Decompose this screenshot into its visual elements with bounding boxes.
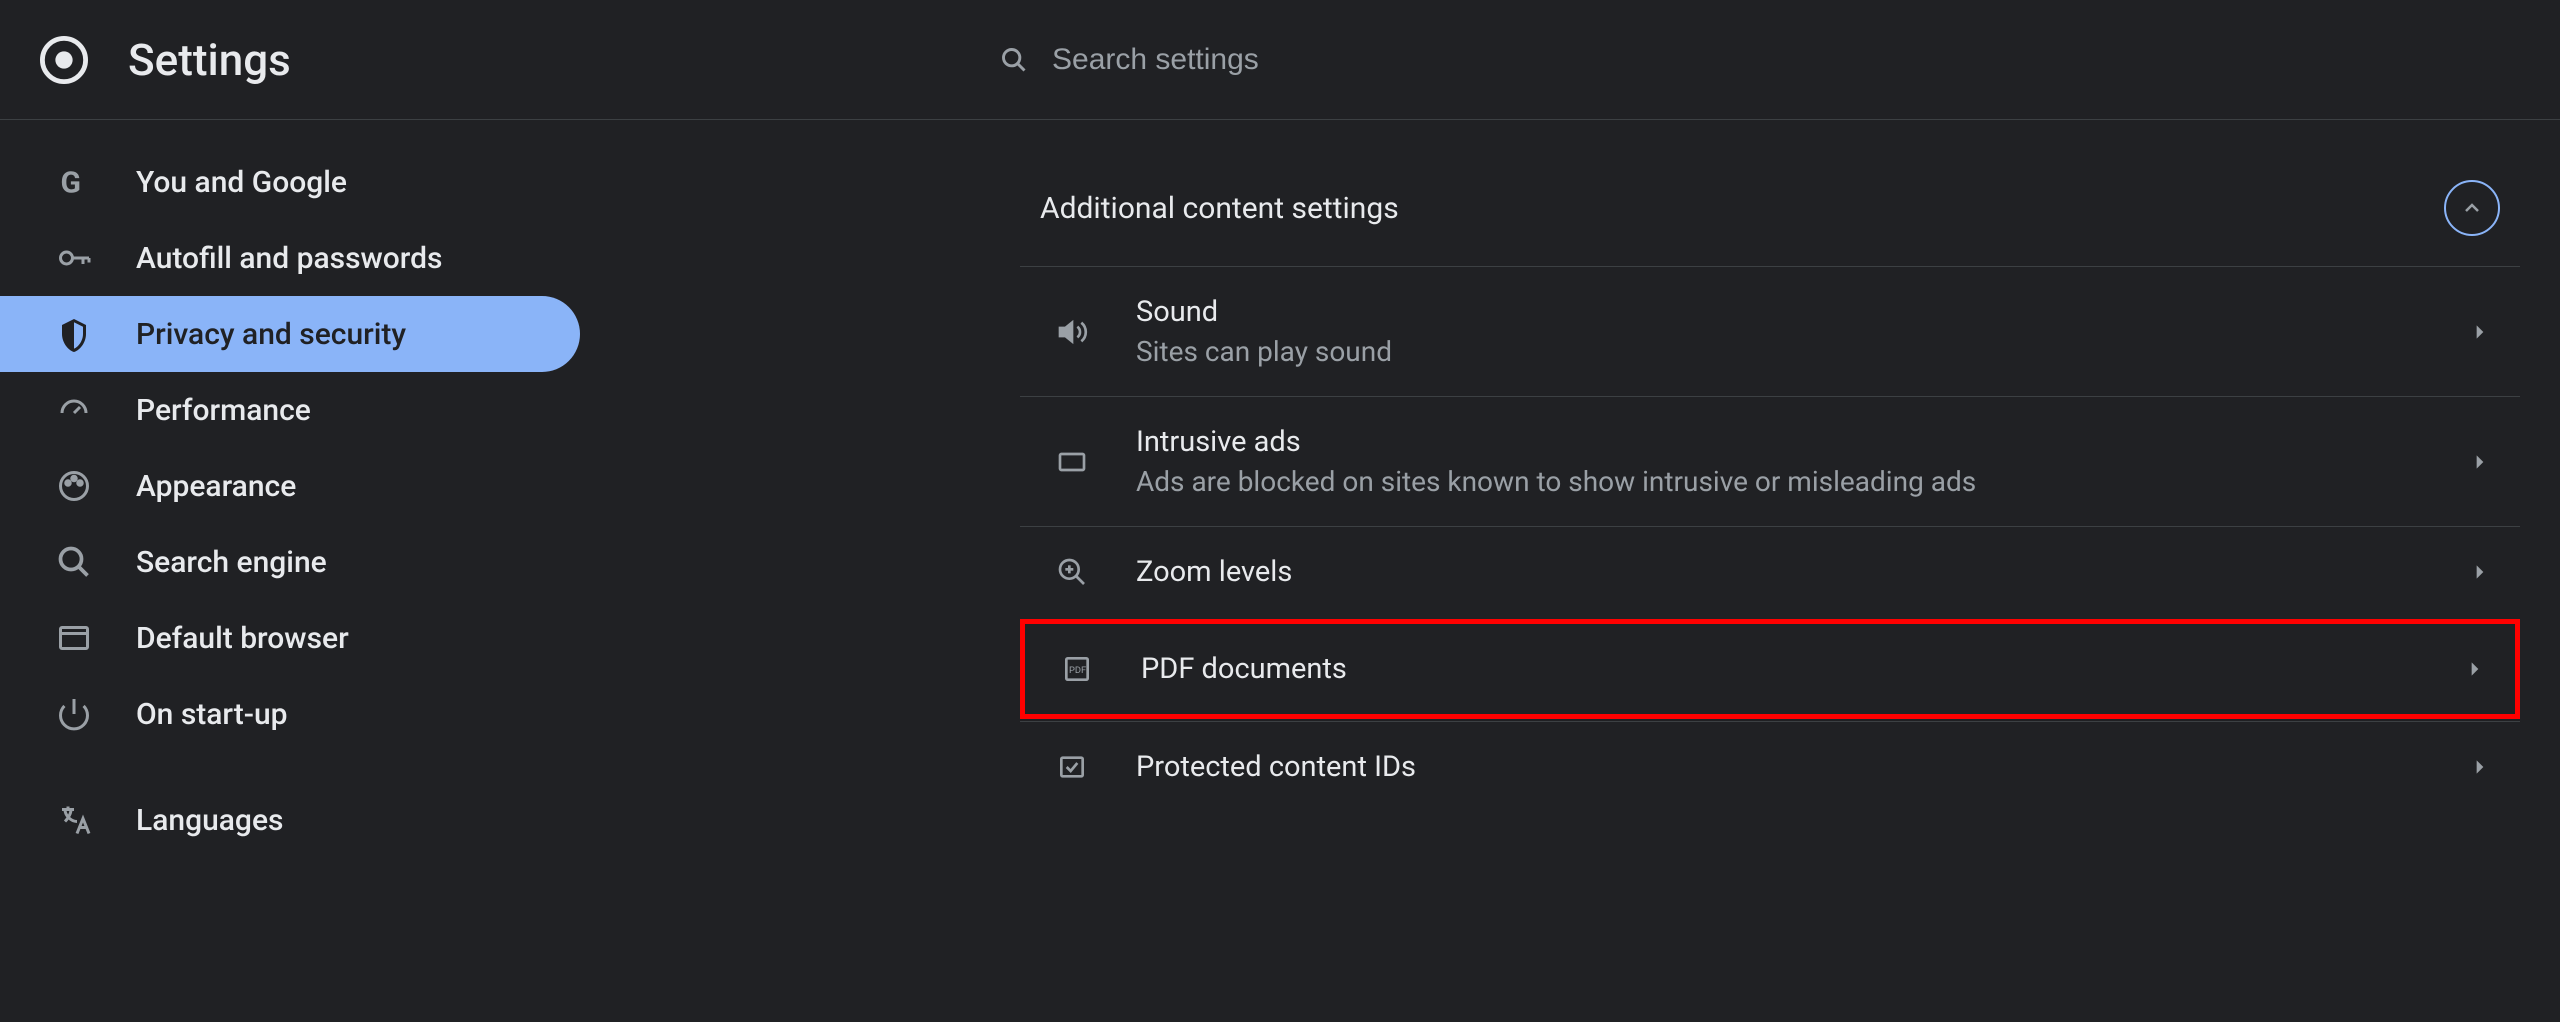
section-header: Additional content settings xyxy=(1020,160,2520,266)
sidebar-item-on-startup[interactable]: On start-up xyxy=(0,676,580,752)
browser-icon xyxy=(56,620,92,656)
row-text: Intrusive ads Ads are blocked on sites k… xyxy=(1136,425,2470,498)
sound-icon xyxy=(1056,316,1088,348)
sidebar-item-label: Autofill and passwords xyxy=(136,241,442,276)
row-text: Protected content IDs xyxy=(1136,750,2470,784)
sidebar-item-label: Default browser xyxy=(136,621,349,656)
zoom-icon xyxy=(1056,556,1088,588)
app-header: Settings xyxy=(0,0,2560,120)
sidebar: G You and Google Autofill and passwords … xyxy=(0,120,980,1022)
sidebar-item-label: You and Google xyxy=(136,165,347,200)
palette-icon xyxy=(56,468,92,504)
shield-icon xyxy=(56,316,92,352)
row-text: Sound Sites can play sound xyxy=(1136,295,2470,368)
svg-text:G: G xyxy=(61,166,81,201)
chevron-right-icon xyxy=(2470,757,2490,777)
chevron-up-icon xyxy=(2460,196,2484,220)
content-row-intrusive-ads[interactable]: Intrusive ads Ads are blocked on sites k… xyxy=(1020,396,2520,526)
search-icon xyxy=(56,544,92,580)
header-left: Settings xyxy=(40,34,1000,86)
chevron-right-icon xyxy=(2470,452,2490,472)
sidebar-item-performance[interactable]: Performance xyxy=(0,372,580,448)
search-icon xyxy=(1000,46,1028,74)
row-title: Zoom levels xyxy=(1136,555,2470,589)
chrome-logo-icon xyxy=(40,36,88,84)
row-subtitle: Ads are blocked on sites known to show i… xyxy=(1136,465,2470,498)
row-title: Intrusive ads xyxy=(1136,425,2470,459)
content-row-sound[interactable]: Sound Sites can play sound xyxy=(1020,266,2520,396)
sidebar-item-you-and-google[interactable]: G You and Google xyxy=(0,144,580,220)
search-input[interactable] xyxy=(1052,43,1652,77)
chevron-right-icon xyxy=(2465,659,2485,679)
content-row-zoom-levels[interactable]: Zoom levels xyxy=(1020,526,2520,617)
section-title: Additional content settings xyxy=(1040,191,1399,226)
sidebar-item-label: Performance xyxy=(136,393,311,428)
chevron-right-icon xyxy=(2470,322,2490,342)
protected-icon xyxy=(1056,751,1088,783)
chevron-right-icon xyxy=(2470,562,2490,582)
power-icon xyxy=(56,696,92,732)
content-row-pdf-documents[interactable]: PDF PDF documents xyxy=(1020,619,2520,719)
sidebar-item-languages[interactable]: Languages xyxy=(0,782,580,858)
sidebar-item-label: Appearance xyxy=(136,469,296,504)
main-content: Additional content settings Sound Sites … xyxy=(980,120,2560,1022)
speedometer-icon xyxy=(56,392,92,428)
row-text: Zoom levels xyxy=(1136,555,2470,589)
sidebar-item-label: Privacy and security xyxy=(136,317,406,352)
search-container[interactable] xyxy=(1000,43,2520,77)
collapse-section-button[interactable] xyxy=(2444,180,2500,236)
content-row-protected-content[interactable]: Protected content IDs xyxy=(1020,721,2520,812)
row-title: Sound xyxy=(1136,295,2470,329)
key-icon xyxy=(56,240,92,276)
sidebar-item-search-engine[interactable]: Search engine xyxy=(0,524,580,600)
row-title: PDF documents xyxy=(1141,652,2465,686)
sidebar-item-default-browser[interactable]: Default browser xyxy=(0,600,580,676)
translate-icon xyxy=(56,802,92,838)
layout: G You and Google Autofill and passwords … xyxy=(0,120,2560,1022)
google-icon: G xyxy=(56,164,92,200)
row-title: Protected content IDs xyxy=(1136,750,2470,784)
sidebar-item-label: Search engine xyxy=(136,545,327,580)
row-subtitle: Sites can play sound xyxy=(1136,335,2470,368)
sidebar-item-label: On start-up xyxy=(136,697,288,732)
pdf-icon: PDF xyxy=(1061,653,1093,685)
sidebar-item-autofill[interactable]: Autofill and passwords xyxy=(0,220,580,296)
window-icon xyxy=(1056,446,1088,478)
page-title: Settings xyxy=(128,34,291,86)
row-text: PDF documents xyxy=(1141,652,2465,686)
svg-text:PDF: PDF xyxy=(1069,665,1086,676)
sidebar-item-label: Languages xyxy=(136,803,283,838)
sidebar-item-appearance[interactable]: Appearance xyxy=(0,448,580,524)
sidebar-item-privacy-security[interactable]: Privacy and security xyxy=(0,296,580,372)
